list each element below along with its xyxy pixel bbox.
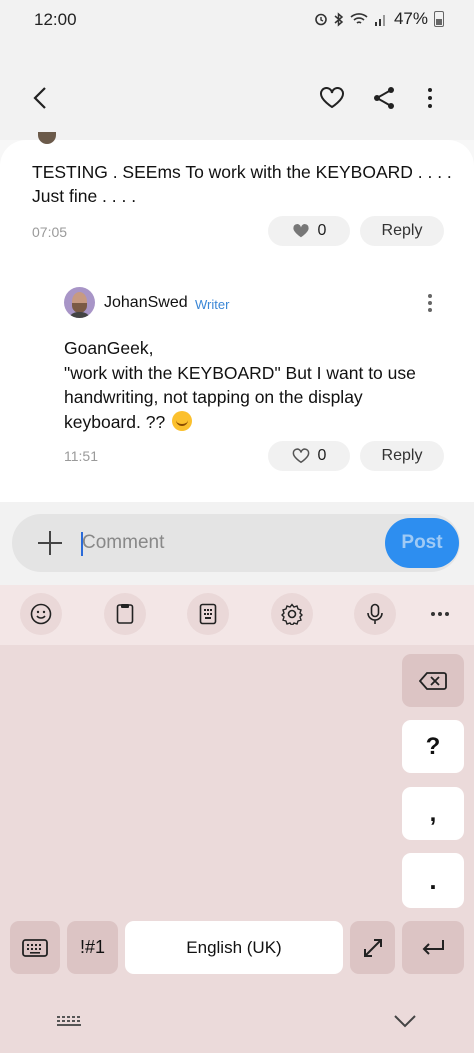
comment-box: Post xyxy=(12,514,460,572)
period-key[interactable]: . xyxy=(402,853,464,908)
comment-like-button[interactable]: 0 xyxy=(268,441,350,471)
keyboard-icon xyxy=(22,938,48,957)
like-count: 0 xyxy=(317,222,327,239)
reply-text: GoanGeek, "work with the KEYBOARD" But I… xyxy=(64,336,444,434)
emoji-button[interactable] xyxy=(20,593,62,635)
keyboard-toolbar xyxy=(0,585,474,645)
status-bar: 12:00 47% xyxy=(0,0,474,40)
comment-text: TESTING . SEEms To work with the KEYBOAR… xyxy=(32,162,452,206)
bluetooth-icon xyxy=(334,11,344,27)
comments-thread: TESTING . SEEms To work with the KEYBOAR… xyxy=(0,132,474,502)
wifi-icon xyxy=(350,13,368,24)
handwriting-input-area[interactable] xyxy=(0,645,392,915)
comment-time: 11:51 xyxy=(64,448,98,464)
arrow-left-icon xyxy=(33,87,46,109)
question-key[interactable]: ? xyxy=(402,720,464,773)
heart-outline-icon xyxy=(292,448,309,464)
like-count: 0 xyxy=(317,447,327,464)
settings-button[interactable] xyxy=(271,593,313,635)
keyboard-mode-button[interactable] xyxy=(187,593,229,635)
more-horizontal-icon[interactable] xyxy=(431,612,449,616)
comment-time: 07:05 xyxy=(32,224,68,240)
battery-percent: 47% xyxy=(393,9,428,28)
space-key[interactable]: English (UK) xyxy=(125,921,343,974)
heart-outline-icon xyxy=(320,87,344,109)
more-options-button[interactable] xyxy=(412,80,448,116)
status-time: 12:00 xyxy=(34,10,77,29)
add-attachment-icon[interactable] xyxy=(38,531,62,555)
enter-icon xyxy=(422,939,444,955)
alarm-icon xyxy=(315,13,327,26)
clipboard-button[interactable] xyxy=(104,593,146,635)
chevron-down-icon xyxy=(394,1015,416,1028)
share-icon xyxy=(374,87,394,109)
voice-input-button[interactable] xyxy=(354,593,396,635)
hide-keyboard-button[interactable] xyxy=(393,1013,417,1034)
emoji-icon xyxy=(30,603,52,625)
text-cursor xyxy=(81,532,83,556)
previous-avatar xyxy=(38,132,56,144)
keyboard-small-icon xyxy=(57,1016,81,1026)
back-button[interactable] xyxy=(22,80,58,116)
keyboard-selector-button[interactable] xyxy=(56,1015,82,1034)
heart-filled-icon xyxy=(292,224,309,238)
author-role-badge: Writer xyxy=(195,297,230,312)
backspace-icon xyxy=(419,671,447,690)
settings-icon xyxy=(281,603,303,625)
expand-icon xyxy=(363,938,382,957)
signal-icon xyxy=(374,15,385,26)
battery-icon xyxy=(434,11,444,27)
comment-more-button[interactable] xyxy=(420,292,440,314)
reply-text-line: GoanGeek, xyxy=(64,338,154,358)
keyboard-switch-key[interactable] xyxy=(10,921,60,974)
comment-bar: Post xyxy=(0,502,474,585)
avatar[interactable] xyxy=(64,287,95,318)
microphone-icon xyxy=(367,603,383,624)
post-button[interactable]: Post xyxy=(385,518,459,568)
keyboard-mode-icon xyxy=(199,603,217,625)
like-post-button[interactable] xyxy=(314,80,350,116)
reply-text-line: "work with the KEYBOARD" But I want to u… xyxy=(64,362,416,432)
enter-key[interactable] xyxy=(402,921,464,974)
reply-button[interactable]: Reply xyxy=(360,216,444,246)
smiling-emoji-icon xyxy=(172,410,193,431)
status-icons: 47% xyxy=(314,9,444,29)
expand-key[interactable] xyxy=(350,921,395,974)
more-vertical-icon xyxy=(428,88,432,108)
share-button[interactable] xyxy=(366,80,402,116)
comment-input[interactable] xyxy=(82,524,372,562)
comment-like-button[interactable]: 0 xyxy=(268,216,350,246)
app-header xyxy=(0,40,474,140)
handwriting-keyboard: ? , . !#1 English (UK) xyxy=(0,645,474,1053)
symbols-key[interactable]: !#1 xyxy=(67,921,118,974)
backspace-key[interactable] xyxy=(402,654,464,707)
author-name[interactable]: JohanSwed xyxy=(104,294,188,312)
reply-button[interactable]: Reply xyxy=(360,441,444,471)
clipboard-icon xyxy=(116,604,134,624)
comma-key[interactable]: , xyxy=(402,787,464,840)
